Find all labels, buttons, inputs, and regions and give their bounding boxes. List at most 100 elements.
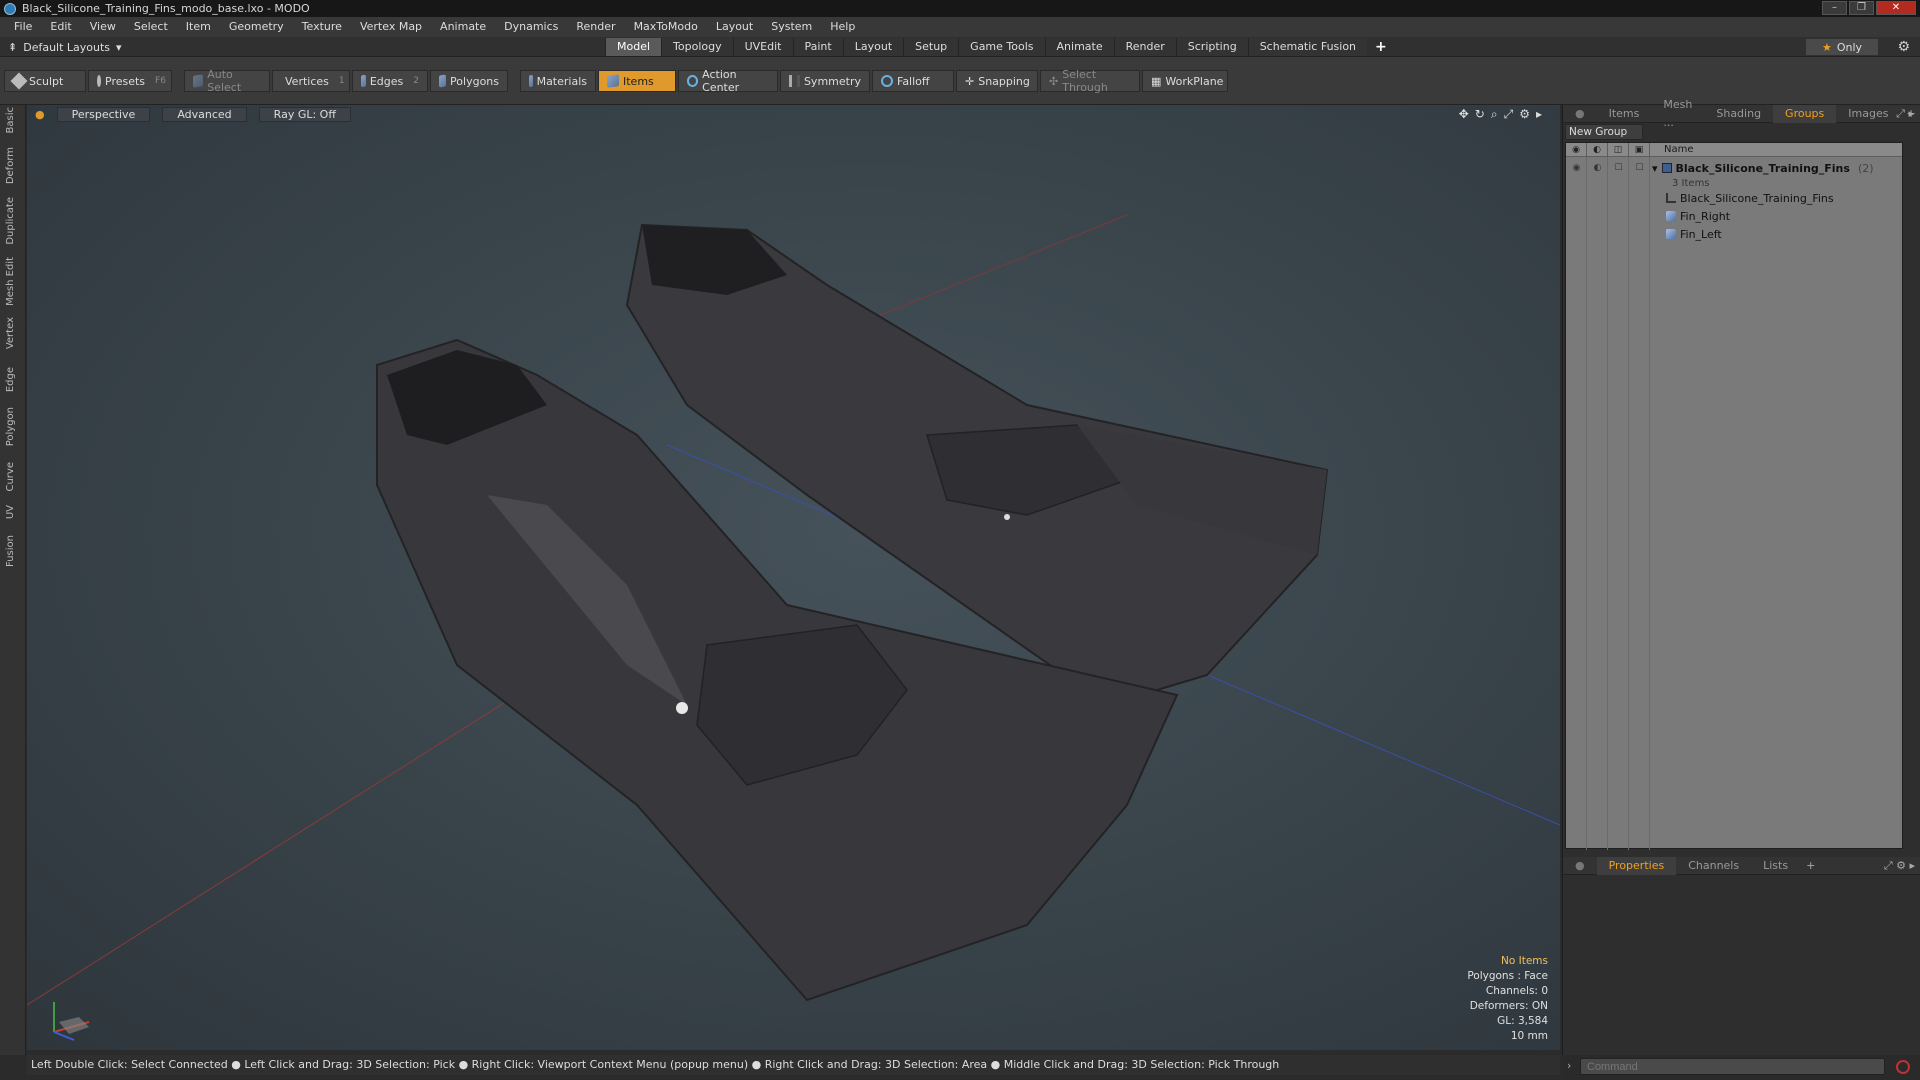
raygl-button[interactable]: Ray GL: Off (258, 106, 351, 122)
only-button[interactable]: ★ Only (1806, 39, 1878, 55)
gear-icon[interactable]: ⚙ (1897, 39, 1910, 55)
menu-select[interactable]: Select (125, 17, 177, 37)
snapping-button[interactable]: ✛ Snapping (956, 70, 1038, 92)
add-tab-button[interactable]: + (1367, 38, 1395, 56)
left-tab-basic[interactable]: Basic (5, 107, 16, 133)
close-button[interactable]: ✕ (1876, 1, 1916, 15)
command-input[interactable] (1580, 1058, 1885, 1075)
select-toggle-icon[interactable]: ☐ (1629, 159, 1650, 177)
properties-expand-icon[interactable]: ⤢ ⚙ ▸ (1884, 859, 1915, 873)
menu-file[interactable]: File (5, 17, 41, 37)
left-tab-vertex[interactable]: Vertex (5, 317, 16, 349)
tab-model[interactable]: Model (605, 38, 662, 56)
render-column-icon[interactable]: ◐ (1587, 142, 1608, 157)
rotate-icon[interactable]: ↻ (1475, 107, 1485, 122)
menu-layout[interactable]: Layout (707, 17, 762, 37)
items-button[interactable]: Items (598, 70, 676, 92)
action-center-button[interactable]: Action Center (678, 68, 778, 94)
shading-button[interactable]: Advanced (162, 106, 247, 122)
zoom-icon[interactable]: ⌕ (1491, 107, 1498, 122)
fit-icon[interactable]: ⤢ (1504, 107, 1514, 122)
3d-viewport[interactable]: ● Perspective Advanced Ray GL: Off ✥ ↻ ⌕… (27, 105, 1560, 1050)
materials-button[interactable]: Materials (520, 70, 596, 92)
menu-help[interactable]: Help (821, 17, 864, 37)
tab-lists[interactable]: Lists (1751, 857, 1800, 875)
tree-item[interactable]: Fin_Left (1652, 225, 1902, 243)
tab-channels[interactable]: Channels (1676, 857, 1751, 875)
tab-items[interactable]: Items (1597, 105, 1652, 123)
menu-animate[interactable]: Animate (431, 17, 495, 37)
left-tab-duplicate[interactable]: Duplicate (5, 197, 16, 245)
command-stop-icon[interactable] (1896, 1060, 1910, 1074)
panel-expand-icon[interactable]: ⤢ ▸ (1896, 107, 1914, 121)
falloff-button[interactable]: Falloff (872, 70, 954, 92)
tab-game-tools[interactable]: Game Tools (958, 38, 1045, 56)
tree-item[interactable]: Fin_Right (1652, 207, 1902, 225)
tab-shading[interactable]: Shading (1704, 105, 1773, 123)
tab-properties[interactable]: Properties (1596, 856, 1677, 875)
left-tab-edge[interactable]: Edge (5, 367, 16, 392)
tab-uvedit[interactable]: UVEdit (732, 38, 793, 56)
eye-icon[interactable]: ◉ (1566, 159, 1587, 177)
layout-arrow-icon: ⇞ (8, 40, 18, 54)
menu-edit[interactable]: Edit (41, 17, 80, 37)
edges-count: 2 (413, 76, 419, 86)
tab-render[interactable]: Render (1113, 38, 1176, 56)
new-group-button[interactable]: New Group (1565, 124, 1643, 140)
menu-geometry[interactable]: Geometry (220, 17, 293, 37)
pan-icon[interactable]: ✥ (1459, 107, 1469, 122)
menu-render[interactable]: Render (567, 17, 624, 37)
left-tab-polygon[interactable]: Polygon (5, 407, 16, 446)
lock-toggle-icon[interactable]: ☐ (1608, 159, 1629, 177)
render-toggle-icon[interactable]: ◐ (1587, 159, 1608, 177)
menu-item[interactable]: Item (177, 17, 220, 37)
properties-menu-dot[interactable]: ● (1563, 857, 1597, 875)
menu-texture[interactable]: Texture (293, 17, 351, 37)
tab-groups[interactable]: Groups (1773, 104, 1837, 123)
workplane-button[interactable]: ▦ WorkPlane (1142, 70, 1228, 92)
select-through-button[interactable]: ✣ Select Through (1040, 68, 1140, 94)
menu-dynamics[interactable]: Dynamics (495, 17, 567, 37)
select-column-icon[interactable]: ▣ (1629, 142, 1650, 157)
viewport-expand-icon[interactable]: ▸ (1536, 107, 1542, 122)
sculpt-button[interactable]: Sculpt (4, 70, 86, 92)
tab-schematic-fusion[interactable]: Schematic Fusion (1247, 38, 1368, 56)
tab-scripting[interactable]: Scripting (1175, 38, 1248, 56)
panel-menu-dot[interactable]: ● (1563, 105, 1597, 123)
menu-view[interactable]: View (81, 17, 125, 37)
left-tab-curve[interactable]: Curve (5, 462, 16, 492)
menu-vertex-map[interactable]: Vertex Map (351, 17, 431, 37)
group-row[interactable]: ▾ Black_Silicone_Training_Fins (2) (1652, 159, 1902, 177)
auto-select-button[interactable]: Auto Select (184, 68, 270, 94)
chevron-down-icon: ▾ (116, 40, 122, 54)
edges-button[interactable]: Edges 2 (352, 70, 428, 92)
add-properties-tab-button[interactable]: + (1800, 859, 1821, 872)
menu-maxtomodo[interactable]: MaxToModo (625, 17, 707, 37)
viewport-settings-icon[interactable]: ⚙ (1519, 107, 1530, 122)
menu-system[interactable]: System (762, 17, 821, 37)
lock-column-icon[interactable]: ◫ (1608, 142, 1629, 157)
tree-item[interactable]: Black_Silicone_Training_Fins (1652, 189, 1902, 207)
tab-setup[interactable]: Setup (903, 38, 959, 56)
vertices-button[interactable]: Vertices 1 (272, 70, 350, 92)
tab-layout[interactable]: Layout (842, 38, 904, 56)
viewport-menu-dot[interactable]: ● (35, 108, 45, 121)
presets-button[interactable]: Presets F6 (88, 70, 172, 92)
minimize-button[interactable]: – (1822, 1, 1847, 15)
left-tab-fusion[interactable]: Fusion (5, 535, 16, 567)
tab-images[interactable]: Images (1836, 105, 1900, 123)
maximize-button[interactable]: ❐ (1849, 1, 1874, 15)
left-tab-mesh-edit[interactable]: Mesh Edit (5, 257, 16, 306)
polygons-button[interactable]: Polygons (430, 70, 508, 92)
tab-animate[interactable]: Animate (1044, 38, 1114, 56)
layout-selector[interactable]: ⇞ Default Layouts ▾ (8, 39, 122, 55)
left-tab-deform[interactable]: Deform (5, 147, 16, 184)
visibility-column-icon[interactable]: ◉ (1566, 142, 1587, 157)
tab-topology[interactable]: Topology (661, 38, 733, 56)
symmetry-button[interactable]: Symmetry (780, 70, 870, 92)
tab-mesh[interactable]: Mesh ... (1651, 96, 1704, 132)
left-tab-uv[interactable]: UV (5, 505, 16, 519)
expand-arrow-icon[interactable]: ▾ (1652, 162, 1658, 175)
tab-paint[interactable]: Paint (792, 38, 843, 56)
view-mode-button[interactable]: Perspective (56, 106, 151, 122)
